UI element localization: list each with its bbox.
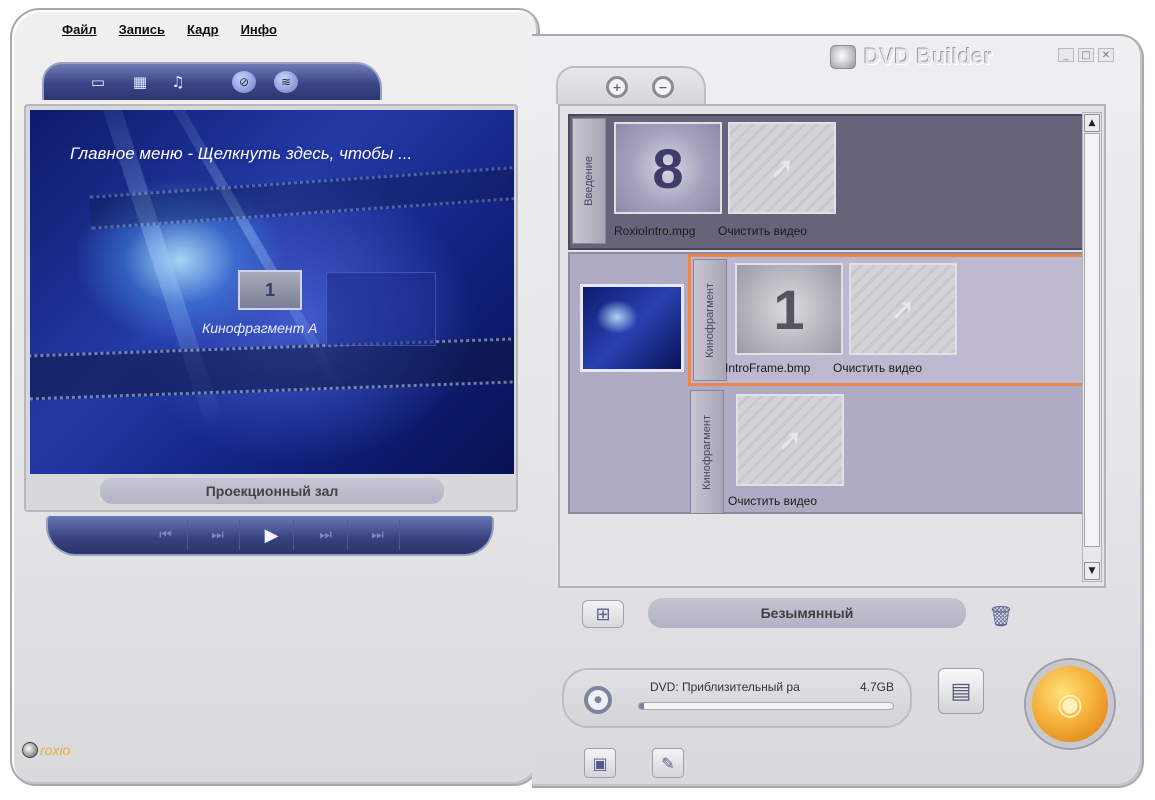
chapter-1-selected[interactable]: Кинофрагмент 1 ➚ IntroFrame.bmp Очистить…	[688, 254, 1086, 386]
add-chapter-button[interactable]: ⊞	[582, 600, 624, 628]
menu-record[interactable]: Запись	[119, 22, 165, 37]
preview-label: Проекционный зал	[100, 478, 444, 504]
chapter-2-tab[interactable]: Кинофрагмент	[690, 390, 724, 514]
intro-tab[interactable]: Введение	[572, 118, 606, 244]
timeline-scrollbar[interactable]: ▲ ▼	[1082, 112, 1102, 582]
next-button[interactable]: ⏭	[304, 520, 348, 550]
disc-capacity: 4.7GB	[860, 680, 895, 694]
preview-title[interactable]: Главное меню - Щелкнуть здесь, чтобы ...	[70, 144, 412, 164]
trash-icon[interactable]: 🗑	[986, 600, 1016, 632]
play-button[interactable]: ▶	[250, 520, 294, 550]
zoom-tab: + −	[556, 66, 706, 104]
edit-document-icon[interactable]: ✎	[652, 748, 684, 778]
disc-status-text: DVD: Приблизительный ра	[650, 680, 800, 694]
chapter-row[interactable]: Кинофрагмент 1 ➚ IntroFrame.bmp Очистить…	[568, 252, 1086, 514]
first-frame-button[interactable]: ⏮	[144, 520, 188, 550]
previous-button[interactable]: ⏭	[196, 520, 240, 550]
app-name: DVD Builder	[864, 44, 993, 69]
timeline-panel: Введение 8 ➚ RoxioIntro.mpg Очистить вид…	[558, 104, 1106, 588]
disc-stack-icon[interactable]: ≋	[274, 71, 298, 93]
left-toolbar: ▭ ▦ ♫ ⊘ ≋	[42, 62, 382, 100]
menu-icon[interactable]: ▭	[86, 71, 110, 93]
minimize-button[interactable]: _	[1058, 48, 1074, 62]
chapter-frame	[326, 272, 436, 346]
maximize-button[interactable]: □	[1078, 48, 1094, 62]
film-icon[interactable]: ▦	[128, 71, 152, 93]
disc-icon[interactable]: ●	[584, 686, 612, 714]
app-title: DVD Builder	[830, 44, 992, 70]
chapter-caption[interactable]: Кинофрагмент A	[202, 320, 318, 336]
intro-row[interactable]: Введение 8 ➚ RoxioIntro.mpg Очистить вид…	[568, 114, 1084, 250]
zoom-in-icon[interactable]: +	[606, 76, 628, 98]
chapter-2-clear-video[interactable]: Очистить видео	[728, 494, 817, 508]
disc-usage-fill	[639, 703, 645, 709]
intro-tab-label: Введение	[583, 156, 595, 206]
preview-monitor-icon[interactable]: ▣	[584, 748, 616, 778]
disc-status-panel: ● DVD: Приблизительный ра 4.7GB	[562, 668, 912, 728]
menu-preview[interactable]: Главное меню - Щелкнуть здесь, чтобы ...…	[30, 110, 514, 474]
intro-clip-filename: RoxioIntro.mpg	[614, 224, 696, 238]
logo-mark-icon	[22, 742, 38, 758]
globe-icon[interactable]: ⊘	[232, 71, 256, 93]
chapter-1-filename: IntroFrame.bmp	[725, 361, 811, 375]
burn-button[interactable]: ◉	[1026, 660, 1114, 748]
music-icon[interactable]: ♫	[166, 71, 190, 93]
roxio-logo: roxio	[22, 742, 70, 758]
scroll-up-button[interactable]: ▲	[1084, 114, 1100, 132]
chapter-2-tab-label: Кинофрагмент	[701, 414, 713, 490]
device-icon[interactable]: ▤	[938, 668, 984, 714]
chapter-1-clear-video[interactable]: Очистить видео	[833, 361, 922, 375]
chapter-1-tab-label: Кинофрагмент	[704, 282, 716, 358]
chapter-1-tab[interactable]: Кинофрагмент	[693, 259, 727, 381]
last-frame-button[interactable]: ⏭	[356, 520, 400, 550]
chapter-1-clip-thumbnail[interactable]: 1	[735, 263, 843, 355]
intro-clear-video[interactable]: Очистить видео	[718, 224, 807, 238]
logo-text: roxio	[40, 742, 71, 758]
dvd-builder-icon	[830, 45, 856, 69]
disc-usage-bar	[638, 702, 894, 710]
window-controls: _ □ ✕	[1058, 48, 1114, 62]
menu-file[interactable]: Файл	[62, 22, 97, 37]
intro-clip-thumbnail[interactable]: 8	[614, 122, 722, 214]
film-strip	[30, 336, 514, 402]
close-button[interactable]: ✕	[1098, 48, 1114, 62]
transport-bar: ⏮ ⏭ ▶ ⏭ ⏭	[46, 516, 494, 556]
zoom-out-icon[interactable]: −	[652, 76, 674, 98]
menu-info[interactable]: Инфо	[241, 22, 277, 37]
chapter-thumbnail[interactable]: 1	[238, 270, 302, 310]
chapter-menu-thumbnail[interactable]	[580, 284, 684, 372]
project-name[interactable]: Безымянный	[648, 598, 966, 628]
scrollbar-thumb[interactable]	[1084, 133, 1100, 547]
menu-frame[interactable]: Кадр	[187, 22, 219, 37]
scroll-down-button[interactable]: ▼	[1084, 562, 1100, 580]
menu-bar: Файл Запись Кадр Инфо	[62, 22, 277, 37]
film-strip	[89, 164, 514, 230]
intro-empty-slot[interactable]: ➚	[728, 122, 836, 214]
chapter-2-empty-slot[interactable]: ➚	[736, 394, 844, 486]
chapter-1-empty-slot[interactable]: ➚	[849, 263, 957, 355]
